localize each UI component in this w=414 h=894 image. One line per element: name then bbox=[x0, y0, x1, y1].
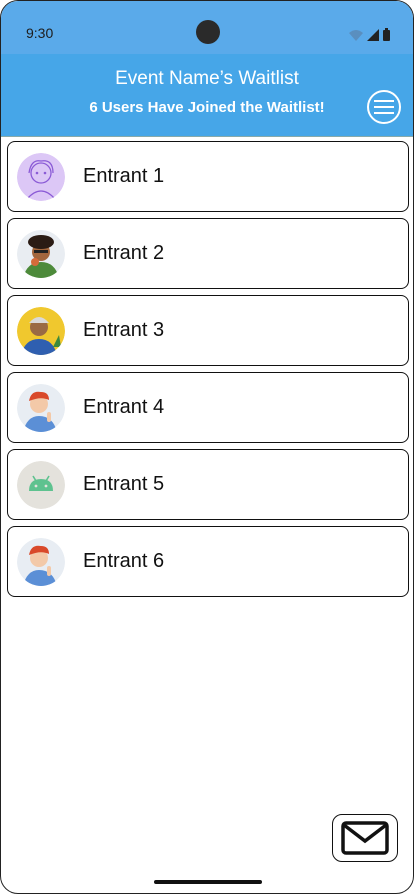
wifi-icon bbox=[349, 30, 363, 41]
list-item[interactable]: Entrant 5 bbox=[7, 449, 409, 520]
list-item[interactable]: Entrant 1 bbox=[7, 141, 409, 212]
list-item[interactable]: Entrant 4 bbox=[7, 372, 409, 443]
red-hair-person-avatar bbox=[17, 383, 65, 432]
list-item[interactable]: Entrant 2 bbox=[7, 218, 409, 289]
sketch-portrait-avatar bbox=[17, 152, 65, 201]
curly-hair-person-avatar bbox=[17, 229, 65, 278]
entrant-name: Entrant 6 bbox=[83, 550, 165, 572]
entrant-list: Entrant 1 Entrant 2 Entrant 3 Entrant 4 … bbox=[7, 141, 409, 603]
list-item[interactable]: Entrant 6 bbox=[7, 526, 409, 597]
entrant-name: Entrant 2 bbox=[83, 242, 165, 264]
status-icons bbox=[349, 28, 390, 41]
menu-button[interactable] bbox=[367, 90, 401, 124]
signal-icon bbox=[367, 29, 379, 41]
phone-frame: 9:30 Event Name’s Waitlist 6 Users Have … bbox=[0, 0, 414, 894]
waitlist-count: 6 Users Have Joined the Waitlist! bbox=[89, 99, 325, 116]
entrant-name: Entrant 5 bbox=[83, 473, 165, 495]
android-robot-avatar bbox=[17, 460, 65, 509]
menu-icon bbox=[374, 100, 394, 102]
entrant-name: Entrant 4 bbox=[83, 396, 165, 418]
page-title: Event Name’s Waitlist bbox=[115, 68, 299, 89]
list-item[interactable]: Entrant 3 bbox=[7, 295, 409, 366]
battery-icon bbox=[383, 30, 390, 41]
red-hair-person-avatar bbox=[17, 537, 65, 586]
entrant-name: Entrant 1 bbox=[83, 165, 165, 187]
home-indicator[interactable] bbox=[154, 880, 262, 884]
entrant-name: Entrant 3 bbox=[83, 319, 165, 341]
mail-icon bbox=[341, 821, 389, 855]
status-bar: 9:30 bbox=[1, 1, 413, 54]
camera-cutout bbox=[196, 20, 220, 44]
person-yellow-background-avatar bbox=[17, 306, 65, 355]
mail-button[interactable] bbox=[332, 814, 398, 862]
status-time: 9:30 bbox=[26, 25, 54, 41]
app-header: Event Name’s Waitlist 6 Users Have Joine… bbox=[1, 54, 413, 137]
